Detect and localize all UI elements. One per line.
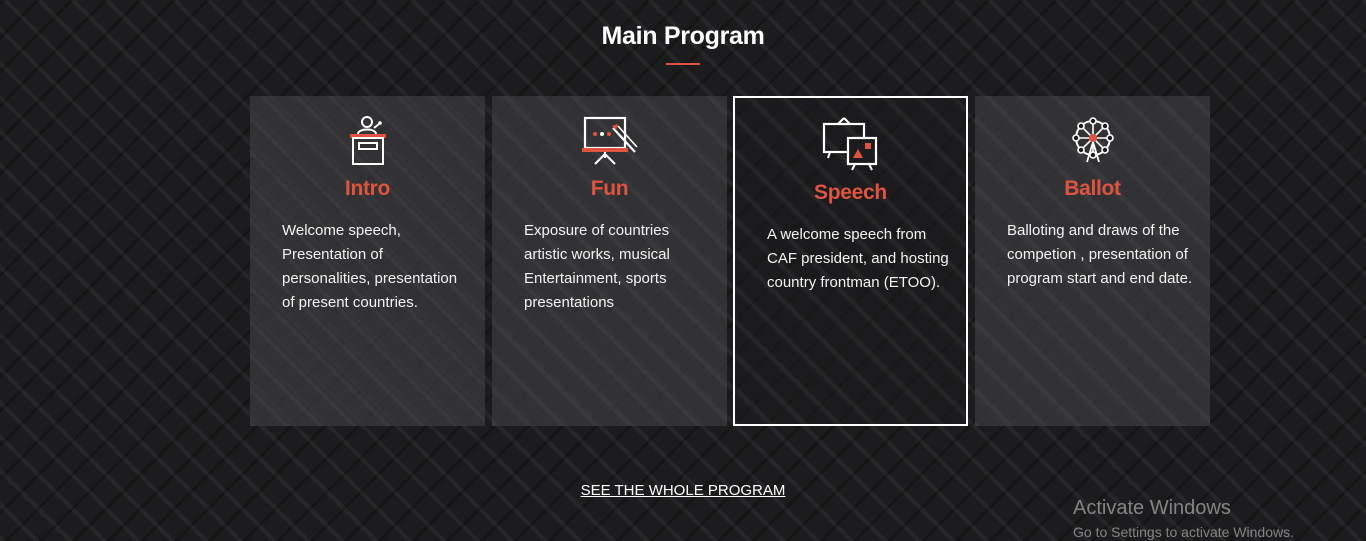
card-description: Exposure of countries artistic works, mu… [524,222,670,311]
slideshow-icon [735,116,966,172]
program-card-ballot[interactable]: Ballot Balloting and draws of the compet… [975,96,1210,426]
card-description: A welcome speech from CAF president, and… [767,226,949,291]
program-cards: Intro Welcome speech, Presentation of pe… [250,96,1210,426]
ferris-wheel-icon [975,114,1210,170]
title-underline [666,63,700,65]
card-description: Balloting and draws of the competion , p… [1007,222,1193,287]
program-card-fun[interactable]: Fun Exposure of countries artistic works… [492,96,727,426]
section-title: Main Program [601,22,765,50]
card-title: Fun [590,177,629,200]
see-whole-program-link[interactable]: SEE THE WHOLE PROGRAM [581,482,786,499]
podium-icon [250,114,485,170]
program-card-intro[interactable]: Intro Welcome speech, Presentation of pe… [250,96,485,426]
card-description: Welcome speech, Presentation of personal… [282,222,458,311]
watermark-title: Activate Windows [1073,497,1231,519]
card-title: Speech [814,181,887,204]
easel-presentation-icon [492,114,727,170]
watermark-subtitle: Go to Settings to activate Windows. [1073,524,1294,540]
program-card-speech[interactable]: Speech A welcome speech from CAF preside… [733,96,968,426]
card-title: Intro [344,177,391,200]
windows-activation-watermark: Activate Windows Go to Settings to activ… [1073,496,1294,541]
card-title: Ballot [1064,177,1121,200]
